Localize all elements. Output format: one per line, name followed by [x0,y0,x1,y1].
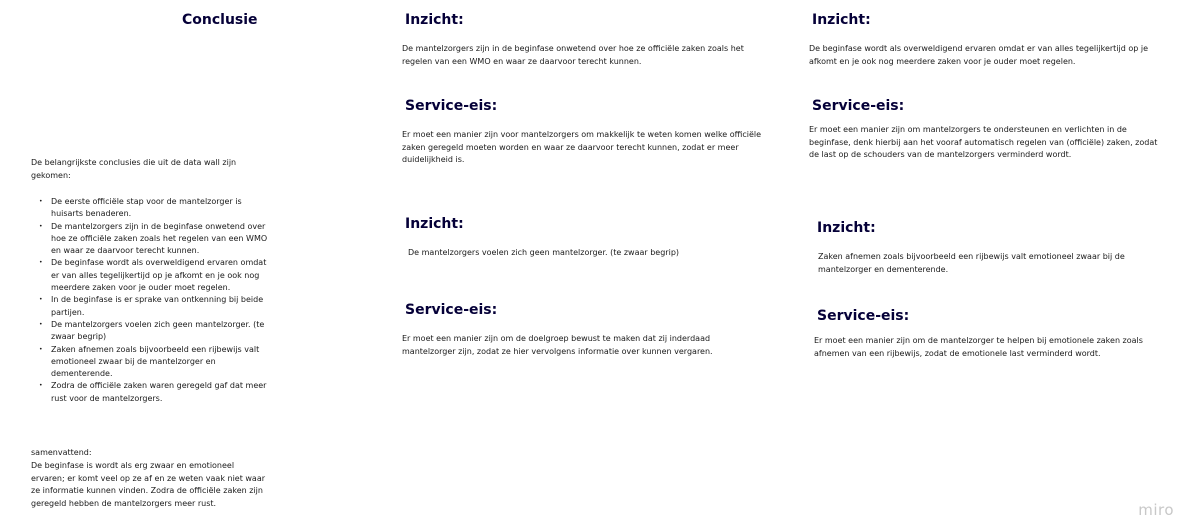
insight-title: Inzicht: [812,12,871,28]
service-requirement-text: Er moet een manier zijn om de mantelzorg… [814,336,1143,358]
service-requirement-title: Service-eis: [405,98,498,114]
conclusion-title: Conclusie [182,12,258,28]
insight-text: Zaken afnemen zoals bijvoorbeeld een rij… [818,252,1125,274]
insight-title: Inzicht: [405,12,464,28]
insight-text: De mantelzorgers zijn in de beginfase on… [402,44,744,66]
service-requirement-text: Er moet een manier zijn om mantelzorgers… [809,125,1158,159]
service-requirement-text: Er moet een manier zijn voor mantelzorge… [402,130,762,164]
list-item: De mantelzorgers zijn in de beginfase on… [31,221,271,258]
miro-logo: miro [1138,501,1174,519]
insight-title: Inzicht: [817,220,876,236]
service-requirement-text: Er moet een manier zijn om de doelgroep … [402,334,713,356]
summary-label: samenvattend: [31,448,92,457]
list-item: De beginfase wordt als overweldigend erv… [31,257,271,294]
insight-text: De beginfase wordt als overweldigend erv… [809,44,1149,66]
conclusion-list: De eerste officiële stap voor de mantelz… [31,196,271,405]
list-item: De eerste officiële stap voor de mantelz… [31,196,271,221]
service-requirement-title: Service-eis: [812,98,905,114]
insight-title: Inzicht: [405,216,464,232]
service-requirement-title: Service-eis: [817,308,910,324]
list-item: Zodra de officiële zaken waren geregeld … [31,380,271,405]
list-item: De mantelzorgers voelen zich geen mantel… [31,319,271,344]
insight-text: De mantelzorgers voelen zich geen mantel… [408,248,680,257]
summary-text: De beginfase is wordt als erg zwaar en e… [31,461,266,508]
list-item: In de beginfase is er sprake van ontkenn… [31,294,271,319]
conclusion-intro: De belangrijkste conclusies die uit de d… [31,158,237,180]
service-requirement-title: Service-eis: [405,302,498,318]
list-item: Zaken afnemen zoals bijvoorbeeld een rij… [31,344,271,381]
